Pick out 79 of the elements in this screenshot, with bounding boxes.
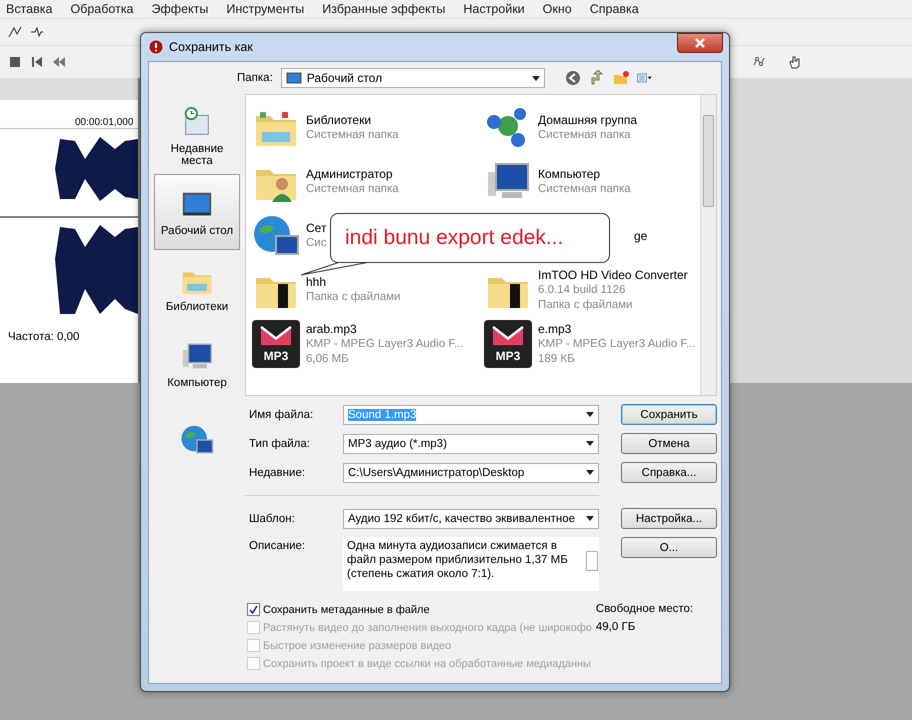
menu-item[interactable]: Инструменты [226, 2, 304, 16]
up-folder-icon[interactable] [588, 70, 605, 86]
scrollbar[interactable] [700, 95, 716, 395]
menu-item[interactable]: Избранные эффекты [322, 2, 446, 16]
dropdown-field[interactable]: MP3 аудио (*.mp3) [343, 434, 599, 454]
file-name[interactable]: arab.mp3 [306, 322, 464, 336]
stop-icon[interactable] [8, 55, 22, 69]
file-details: 6.0.14 build 1126 [538, 282, 626, 298]
file-details: Сис [306, 236, 326, 251]
dialog-button[interactable]: Сохранить [621, 404, 717, 425]
dropdown-field[interactable]: Аудио 192 кбит/с, качество эквивалентное [343, 508, 599, 528]
dropdown-caret-icon [586, 516, 594, 521]
nodes-icon[interactable] [752, 55, 766, 69]
free-space-label: Свободное место: [596, 603, 694, 615]
hand-icon[interactable] [788, 55, 802, 69]
envelope-tool-icon[interactable] [30, 25, 44, 39]
skip-back-icon[interactable] [30, 55, 44, 69]
menu-item[interactable]: Обработка [70, 2, 134, 16]
file-name[interactable]: Домашняя группа [538, 113, 638, 128]
file-details: KMP - MPEG Layer3 Audio F... [538, 336, 696, 352]
places-item[interactable]: Рабочий стол [154, 174, 240, 250]
window-title: Сохранить как [169, 40, 253, 54]
file-details: Системная папка [538, 182, 631, 197]
close-icon [694, 38, 706, 48]
file-name[interactable]: ge [634, 228, 648, 244]
file-details: Папка с файлами [538, 298, 634, 312]
menu-item[interactable]: Справка [590, 2, 639, 16]
file-name[interactable]: Сет [306, 221, 326, 236]
file-details: 6,06 МБ [306, 352, 350, 366]
dropdown-caret-icon [532, 76, 540, 80]
folder-dropdown[interactable]: Рабочий стол [280, 68, 545, 88]
file-details: KMP - MPEG Layer3 Audio F... [306, 336, 464, 352]
dropdown-caret-icon [586, 470, 594, 475]
description-box: Одна минута аудиозаписи сжимается в файл размером приблизительно 1,37 МБ (степень сжатия около 7:1). [343, 537, 599, 591]
menu-item[interactable]: Эффекты [152, 2, 208, 16]
mp3-file-icon: MP3 [252, 320, 300, 368]
mp3-file-icon: MP3 [484, 320, 532, 368]
file-details: Системная папка [538, 128, 632, 143]
rewind-icon[interactable] [52, 55, 66, 69]
close-button[interactable] [677, 33, 723, 53]
desktop-icon [286, 72, 302, 84]
ruler-time: 00:00:01,000 [75, 117, 134, 128]
field-label: Имя файла: [248, 408, 314, 420]
dialog-button[interactable]: Отмена [621, 433, 717, 454]
menu-item[interactable]: Настройки [463, 2, 525, 16]
field-label: Недавние: [248, 466, 306, 478]
places-item[interactable]: Библиотеки [154, 250, 240, 326]
app-icon [149, 40, 163, 54]
file-name[interactable]: ImTOO HD Video Converter [538, 268, 688, 282]
field-label: Шаблон: [248, 512, 296, 524]
file-details: Папка с файлами [306, 290, 400, 305]
file-details: Системная папка [306, 128, 399, 143]
free-space-value: 49,0 ГБ [596, 621, 636, 633]
dialog-button[interactable]: Справка... [621, 462, 717, 483]
dropdown-caret-icon [586, 412, 594, 417]
file-name[interactable]: e.mp3 [538, 322, 696, 336]
field-label: Тип файла: [248, 438, 311, 450]
checkbox-label[interactable]: Сохранить метаданные в файле [263, 604, 430, 616]
fade-tool-icon[interactable] [8, 25, 22, 39]
file-name[interactable]: Администратор [306, 167, 399, 182]
dropdown-caret-icon [586, 441, 594, 446]
file-name[interactable]: Библиотеки [306, 113, 399, 128]
dialog-button[interactable]: О... [621, 537, 717, 558]
file-details: Системная папка [306, 182, 399, 197]
file-name[interactable]: Компьютер [538, 167, 631, 182]
folder-label: Папка: [236, 72, 273, 84]
field-label: Описание: [248, 539, 306, 552]
file-name[interactable]: hhh [306, 275, 400, 290]
back-icon[interactable] [564, 70, 581, 86]
menu-item[interactable]: Окно [542, 2, 572, 16]
checkbox[interactable] [247, 603, 260, 616]
frequency-readout: Частота: 0,00 [7, 330, 80, 343]
new-folder-icon[interactable] [612, 70, 629, 86]
places-item[interactable]: Недавние места [154, 98, 240, 174]
dialog-button[interactable]: Настройка... [621, 508, 717, 529]
file-details: 189 КБ [538, 352, 576, 366]
dropdown-field[interactable]: C:\Users\Администратор\Desktop [343, 462, 599, 482]
menu-item[interactable]: Вставка [6, 2, 52, 16]
places-item[interactable]: Компьютер [154, 326, 240, 402]
